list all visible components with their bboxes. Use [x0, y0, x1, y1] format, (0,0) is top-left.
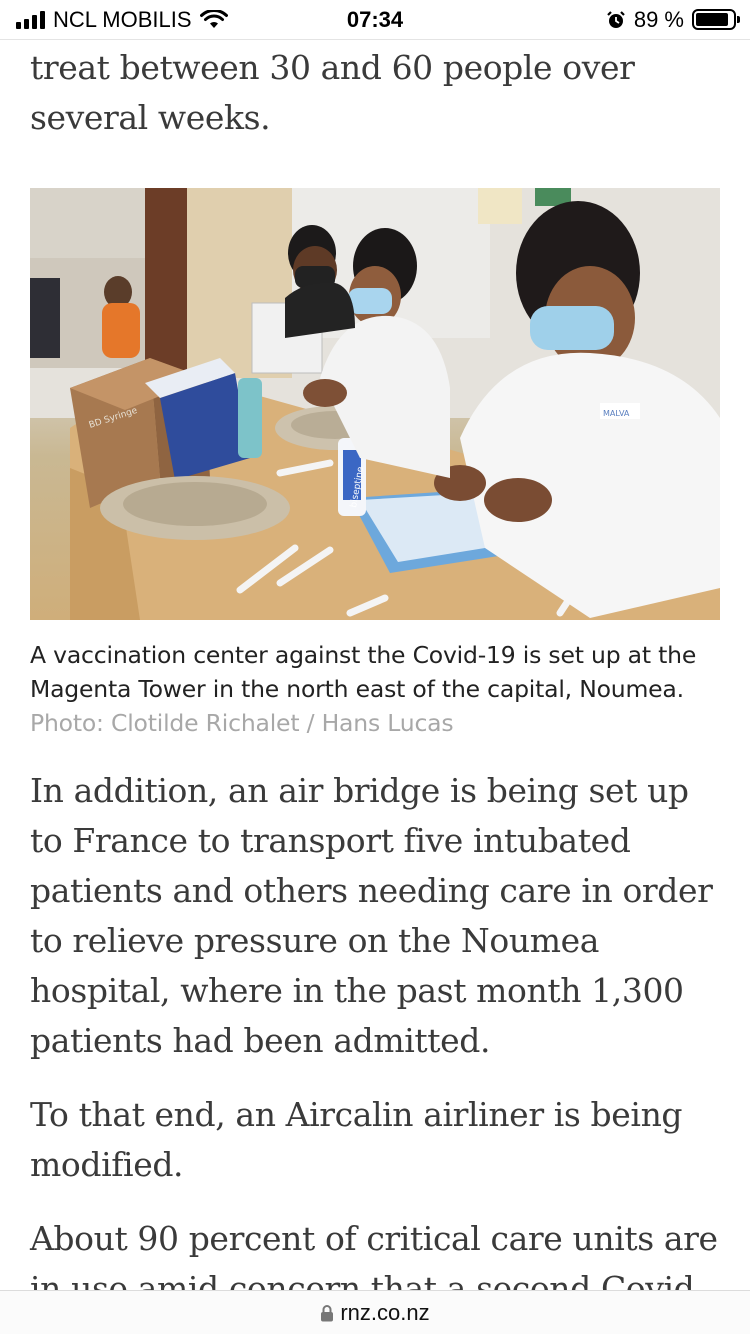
url-text[interactable]: rnz.co.nz [340, 1300, 429, 1326]
uniform-label: MALVA [603, 409, 630, 418]
browser-url-bar[interactable]: rnz.co.nz [0, 1290, 750, 1334]
photo-caption: A vaccination center against the Covid-1… [30, 638, 720, 740]
cellular-signal-icon [16, 10, 45, 29]
article-paragraph-lead: treat between 30 and 60 people over seve… [30, 48, 635, 137]
battery-percentage: 89 % [633, 6, 684, 32]
article: treat between 30 and 60 people over seve… [30, 40, 720, 1314]
carrier-name: NCL MOBILIS [53, 6, 192, 32]
wifi-icon [199, 9, 228, 28]
photo-illustration: BD Syringe biseptine MALVA [30, 188, 720, 620]
battery-fill [696, 13, 729, 26]
lock-icon [321, 1304, 334, 1321]
vaccination-center-photo[interactable]: BD Syringe biseptine MALVA [30, 188, 720, 620]
article-paragraph: In addition, an air bridge is being set … [30, 771, 713, 1060]
caption-text: A vaccination center against the Covid-1… [30, 641, 697, 703]
photo-credit: Photo: Clotilde Richalet / Hans Lucas [30, 709, 454, 737]
article-figure: BD Syringe biseptine MALVA A vaccination… [30, 188, 720, 740]
battery-icon [692, 9, 740, 30]
status-bar: NCL MOBILIS 07:34 89 % [0, 0, 750, 40]
alarm-icon [607, 10, 625, 28]
status-left: NCL MOBILIS [16, 7, 228, 33]
article-paragraph: To that end, an Aircalin airliner is bei… [30, 1095, 683, 1184]
status-right: 89 % [606, 6, 740, 33]
